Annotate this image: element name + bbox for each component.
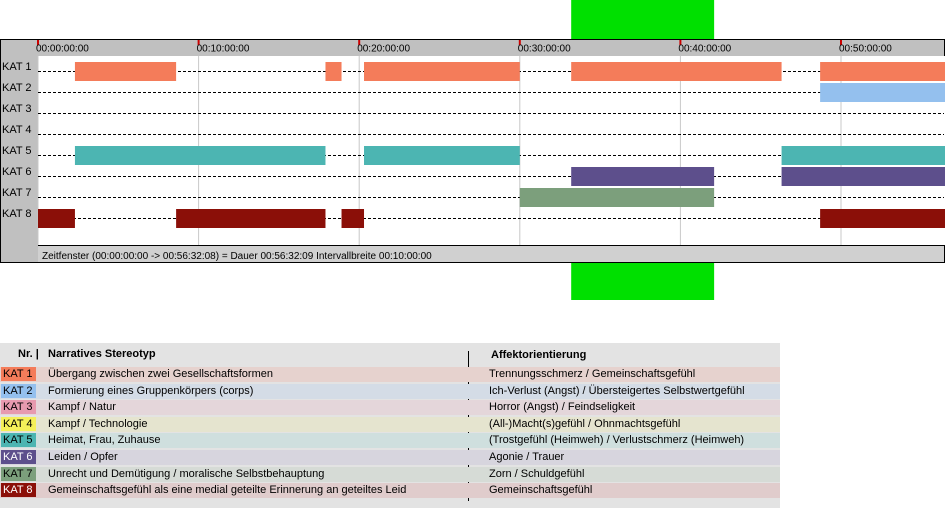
legend-header-stereotyp: Narratives Stereotyp (48, 348, 156, 360)
legend-affekt-text: Agonie / Trauer (489, 451, 565, 463)
legend-stereotyp-text: Kampf / Technologie (48, 417, 148, 430)
legend-affekt-text: Ich-Verlust (Angst) / Übersteigertes Sel… (489, 384, 745, 397)
legend-affekt-text: Horror (Angst) / Feindseligkeit (489, 401, 636, 414)
category-bar (781, 146, 945, 165)
legend-stereotyp-text: Leiden / Opfer (48, 451, 118, 463)
category-label: KAT 1 (2, 61, 32, 73)
category-label: KAT 5 (2, 145, 32, 157)
legend-row: KAT 2 Formierung eines Gruppenkörpers (co… (0, 383, 780, 399)
time-tick-label: 00:50:00:00 (839, 44, 892, 55)
legend-affekt-text: Zorn / Schuldgefühl (489, 467, 585, 480)
category-legend: Nr. | Narratives Stereotyp Affektorienti… (0, 343, 780, 508)
legend-category-code: KAT 2 (1, 383, 36, 398)
category-bar (74, 62, 177, 81)
legend-stereotyp-text: Formierung eines Gruppenkörpers (corps) (48, 384, 254, 397)
legend-affekt-text: (All-)Macht(s)gefühl / Ohnmachtsgefühl (489, 417, 681, 430)
legend-stereotyp-text: Kampf / Natur (48, 401, 116, 414)
category-label: KAT 4 (2, 124, 32, 136)
time-tick-label: 00:30:00:00 (518, 44, 571, 55)
legend-affekt-text: (Trostgefühl (Heimweh) / Verlustschmerz … (489, 434, 745, 447)
category-bar (571, 167, 715, 186)
category-bar (820, 83, 945, 102)
time-tick-label: 00:10:00:00 (197, 44, 250, 55)
category-label: KAT 7 (2, 187, 32, 199)
category-label: KAT 3 (2, 103, 32, 115)
time-tick-label: 00:00:00:00 (36, 44, 89, 55)
legend-category-code: KAT 4 (1, 416, 36, 431)
legend-stereotyp-text: Gemeinschaftsgefühl als eine medial gete… (48, 484, 407, 497)
legend-category-code: KAT 3 (1, 400, 36, 415)
category-label: KAT 6 (2, 166, 32, 178)
category-bar (176, 209, 326, 228)
legend-affekt-text: Trennungsschmerz / Gemeinschaftsgefühl (489, 368, 696, 380)
category-bar (341, 209, 365, 228)
time-tick-label: 00:20:00:00 (357, 44, 410, 55)
legend-stereotyp-text: Heimat, Frau, Zuhause (48, 434, 161, 447)
category-bar (38, 209, 75, 228)
legend-category-code: KAT 5 (1, 433, 36, 448)
legend-row: KAT 4 Kampf / Technologie (All-)Macht(s)ge… (0, 416, 780, 432)
category-bar (571, 62, 782, 81)
category-bar (364, 62, 520, 81)
legend-row: KAT 7 Unrecht und Demütigung / moralische… (0, 466, 780, 482)
category-bar (74, 146, 326, 165)
legend-stereotyp-text: Unrecht und Demütigung / moralische Selb… (48, 467, 325, 480)
legend-header-affekt: Affektorientierung (491, 349, 587, 361)
legend-category-code: KAT 7 (1, 466, 36, 481)
category-label: KAT 8 (2, 208, 32, 220)
legend-stereotyp-text: Übergang zwischen zwei Gesellschaftsform… (48, 368, 273, 380)
legend-row: KAT 5 Heimat, Frau, Zuhause (Trostgefühl (… (0, 433, 780, 449)
legend-row: KAT 6 Leiden / Opfer Agonie / Trauer (0, 450, 780, 465)
legend-category-code: KAT 1 (1, 367, 36, 381)
category-bar (325, 62, 342, 81)
time-tick-label: 00:40:00:00 (678, 44, 731, 55)
legend-row: KAT 8 Gemeinschaftsgefühl als eine medial… (0, 483, 780, 499)
legend-affekt-text: Gemeinschaftsgefühl (489, 484, 593, 497)
timeline-chart: Zeitfenster (00:00:00:00 -> 00:56:32:08)… (0, 0, 945, 300)
category-bar (820, 209, 945, 228)
legend-row: KAT 1 Übergang zwischen zwei Gesellschaft… (0, 367, 780, 382)
legend-category-code: KAT 6 (1, 450, 36, 464)
category-label: KAT 2 (2, 82, 32, 94)
legend-header-nr: Nr. | (18, 348, 39, 360)
legend-row: KAT 3 Kampf / Natur Horror (Angst) / Feind… (0, 400, 780, 416)
status-text: Zeitfenster (00:00:00:00 -> 00:56:32:08)… (42, 251, 432, 262)
category-bar (364, 146, 520, 165)
category-bar (781, 167, 945, 186)
legend-category-code: KAT 8 (1, 483, 36, 498)
category-bar (519, 188, 715, 207)
category-bar (820, 62, 945, 81)
